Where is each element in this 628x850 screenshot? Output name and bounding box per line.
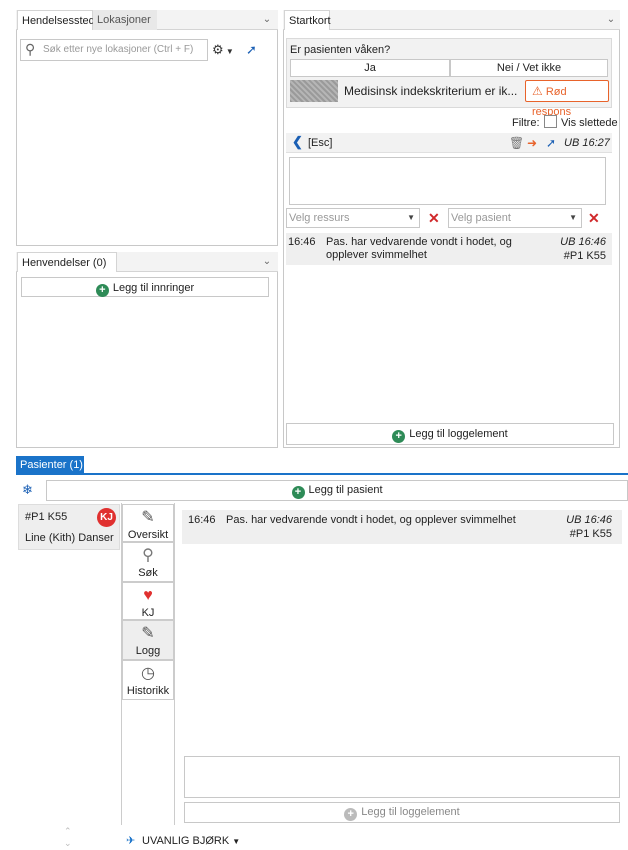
clear-patient-icon[interactable]: ✕: [588, 208, 600, 228]
search-icon: ⚲: [25, 41, 36, 57]
pin-location-icon[interactable]: ➚: [246, 40, 262, 60]
nav-logg-label: Logg: [135, 645, 161, 657]
warning-icon: ⚠: [532, 84, 543, 98]
patient-name: Line (Kith) Danser: [25, 532, 114, 544]
show-deleted-checkbox[interactable]: [544, 115, 557, 128]
journal-icon: ♥: [143, 587, 153, 604]
add-caller-label: Legg til innringer: [112, 282, 195, 294]
resource-placeholder: Velg ressurs: [289, 212, 350, 224]
nav-historikk-label: Historikk: [126, 685, 170, 697]
log-entry-patient: #P1 K55: [563, 250, 606, 262]
tab-lokasjoner[interactable]: Lokasjoner: [93, 10, 157, 30]
chevron-down-icon: ▼: [569, 213, 577, 222]
show-deleted-label: Vis slettede: [561, 117, 618, 129]
add-icon: +: [344, 808, 358, 821]
nav-historikk[interactable]: ◷ Historikk: [122, 660, 174, 700]
add-log-entry-button[interactable]: + Legg til loggelement: [286, 423, 614, 445]
answer-no-button[interactable]: Nei / Vet ikke: [450, 59, 608, 77]
patient-select[interactable]: Velg pasient ▼: [448, 208, 582, 228]
location-search-field[interactable]: ⚲ Søk etter nye lokasjoner (Ctrl + F): [20, 39, 208, 61]
history-icon: ◷: [141, 665, 155, 682]
patient-placeholder: Velg pasient: [451, 212, 511, 224]
log-entry-row[interactable]: 16:46 Pas. har vedvarende vondt i hodet,…: [286, 233, 612, 265]
startkort-collapse-icon[interactable]: ⌄: [604, 13, 618, 27]
patient-log-input[interactable]: [184, 756, 620, 798]
unit-icon: ✈: [126, 835, 136, 847]
share-icon[interactable]: ➜: [527, 136, 537, 150]
scroll-up-icon[interactable]: ⌃: [64, 826, 72, 837]
patient-badge: KJ: [97, 508, 116, 527]
henvendelser-collapse-icon[interactable]: ⌄: [260, 255, 274, 269]
side-nav-divider: [174, 503, 175, 825]
patient-add-log-label: Legg til loggelement: [361, 806, 460, 818]
answer-yes-button[interactable]: Ja: [290, 59, 450, 77]
unit-label: UVANLIG BJØRK: [142, 835, 230, 847]
patient-log-patient: #P1 K55: [569, 528, 612, 540]
log-text-input[interactable]: [289, 157, 606, 205]
nav-kj-label: KJ: [141, 607, 155, 619]
add-patient-button[interactable]: + Legg til pasient: [46, 480, 628, 501]
startkort-tabbar: [283, 10, 620, 30]
edit-log-icon: ✎: [141, 625, 155, 642]
location-search-placeholder: Søk etter nye lokasjoner (Ctrl + F): [43, 44, 194, 55]
nav-oversikt-label: Oversikt: [127, 529, 169, 541]
chevron-down-icon: ▼: [232, 837, 241, 846]
unit-selector[interactable]: UVANLIG BJØRK ▼: [142, 835, 240, 847]
add-patient-label: Legg til pasient: [308, 484, 383, 496]
delete-icon[interactable]: 🗑: [509, 136, 524, 150]
log-entry-time: 16:46: [288, 236, 316, 248]
filter-label: Filtre:: [512, 117, 540, 129]
log-entry-text: Pas. har vedvarende vondt i hodet, og op…: [326, 236, 512, 261]
back-icon[interactable]: ❮: [292, 134, 303, 150]
location-panel-collapse-icon[interactable]: ⌄: [260, 13, 274, 27]
nav-oversikt[interactable]: ✎ Oversikt: [122, 504, 174, 542]
nav-sok[interactable]: ⚲ Søk: [122, 542, 174, 582]
patients-tab-strip: [16, 456, 628, 475]
pin-icon[interactable]: ➚: [546, 136, 556, 150]
patient-log-stamp: UB 16:46: [566, 514, 612, 526]
search-icon: ⚲: [142, 547, 154, 564]
add-caller-button[interactable]: + Legg til innringer: [21, 277, 269, 297]
add-icon: +: [392, 430, 406, 443]
henvendelser-title[interactable]: Henvendelser (0): [17, 252, 117, 272]
tab-pasienter[interactable]: Pasienter (1): [16, 456, 84, 475]
nav-logg[interactable]: ✎ Logg: [122, 620, 174, 660]
chevron-down-icon: ▼: [407, 213, 415, 222]
location-settings-icon[interactable]: ⚙ ▼: [212, 40, 240, 60]
esc-label[interactable]: [Esc]: [308, 137, 332, 149]
patient-add-log-button[interactable]: + Legg til loggelement: [184, 802, 620, 823]
entry-stamp: UB 16:27: [564, 137, 610, 149]
resource-select[interactable]: Velg ressurs ▼: [286, 208, 420, 228]
scroll-down-icon[interactable]: ⌄: [64, 838, 72, 849]
log-entry-stamp: UB 16:46: [560, 236, 606, 248]
add-icon: +: [291, 486, 305, 499]
pencil-icon: ✎: [141, 509, 155, 526]
tab-hendelsessted[interactable]: Hendelsessted: [17, 10, 95, 30]
add-icon: +: [95, 284, 109, 297]
nav-sok-label: Søk: [138, 567, 158, 579]
patients-toolbar-icon[interactable]: ❄: [22, 482, 38, 498]
patient-log-time: 16:46: [188, 514, 216, 526]
question-label: Er pasienten våken?: [290, 44, 391, 56]
patient-list: [16, 503, 122, 825]
criterion-text: Medisinsk indekskriterium er ik...: [344, 84, 518, 98]
add-log-entry-label: Legg til loggelement: [409, 428, 508, 440]
patient-log-entry[interactable]: 16:46 Pas. har vedvarende vondt i hodet,…: [182, 510, 622, 544]
tab-startkort[interactable]: Startkort: [284, 10, 331, 30]
red-response-button[interactable]: ⚠ Rød respons: [525, 80, 609, 118]
patient-card[interactable]: #P1 K55 KJ Line (Kith) Danser: [18, 504, 120, 550]
nav-kj[interactable]: ♥ KJ: [122, 582, 174, 620]
patient-log-text: Pas. har vedvarende vondt i hodet, og op…: [226, 514, 516, 526]
clear-resource-icon[interactable]: ✕: [428, 208, 440, 228]
criterion-color-swatch: [290, 80, 338, 102]
patient-id: #P1 K55: [25, 511, 68, 523]
